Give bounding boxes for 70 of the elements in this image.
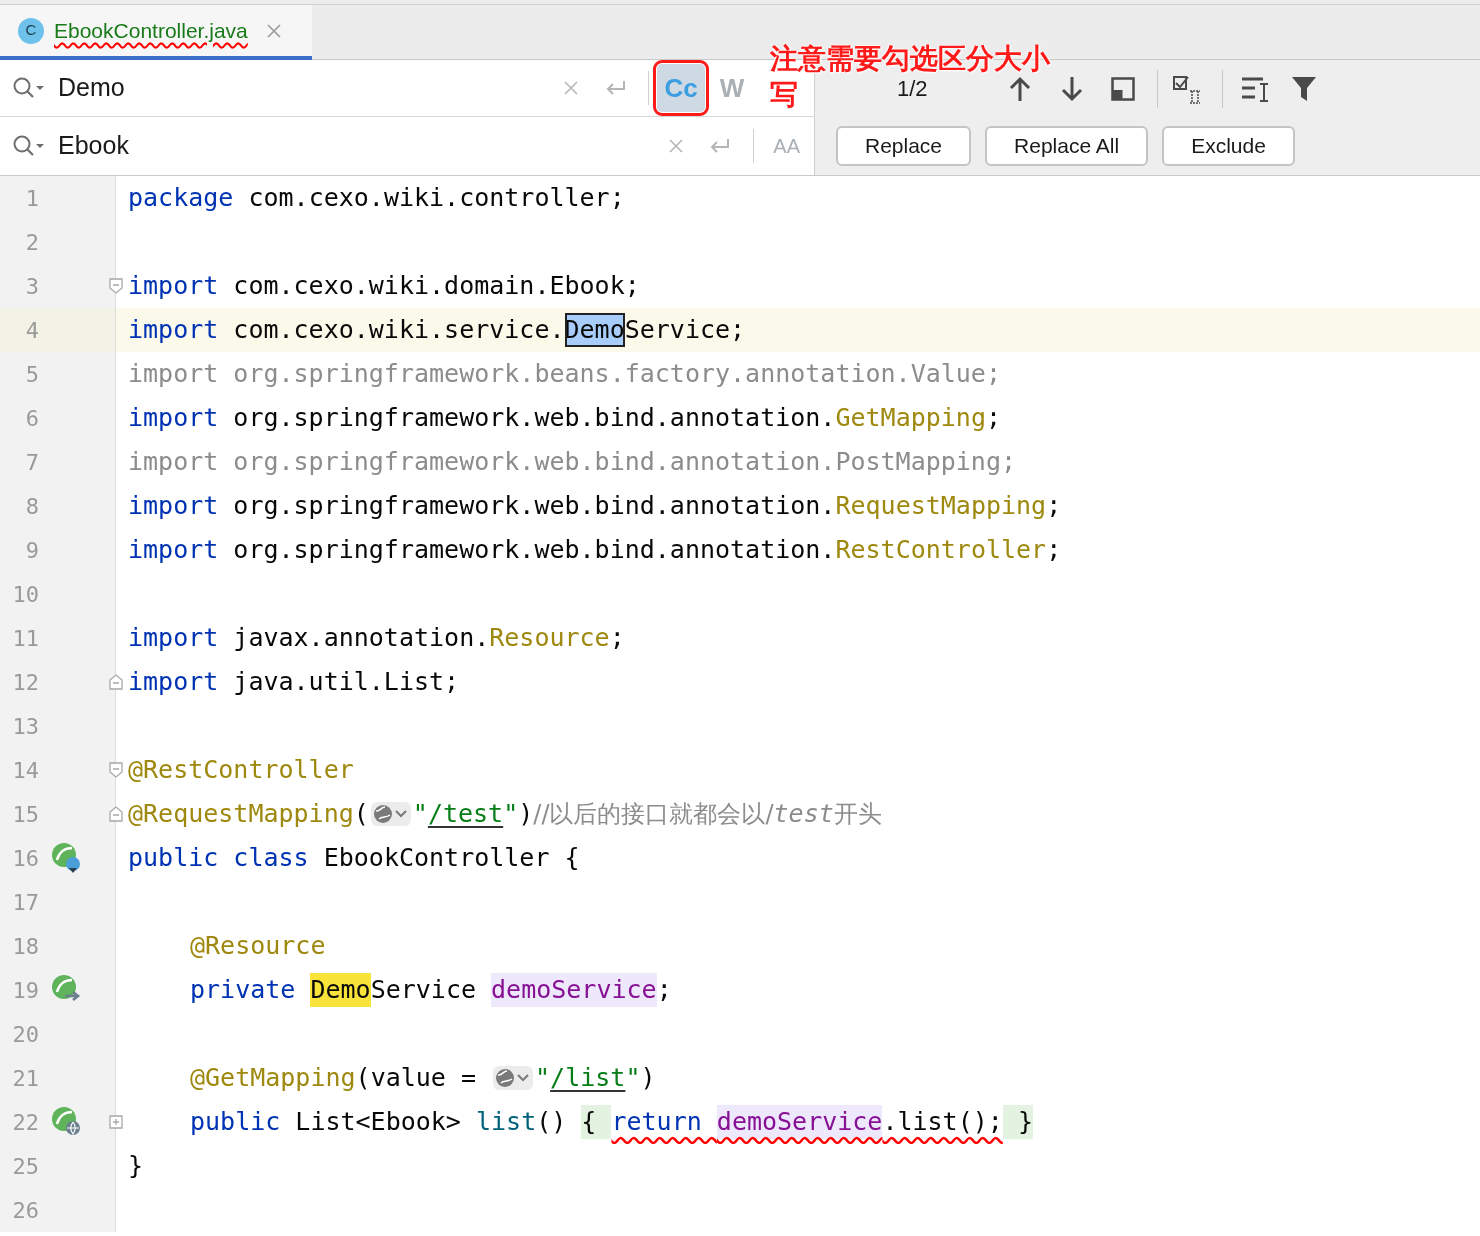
code-line: @GetMapping(value = "/list"): [190, 1062, 656, 1094]
file-tab[interactable]: C EbookController.java: [0, 5, 312, 60]
line-number: 2: [24, 228, 39, 257]
line-number: 15: [11, 800, 39, 829]
code-line: import javax.annotation.Resource;: [128, 622, 625, 654]
fold-marker-icon[interactable]: [109, 762, 123, 778]
code-line: import org.springframework.beans.factory.annotation.Value;: [128, 358, 1001, 390]
action-button[interactable]: Exclude: [1162, 126, 1295, 166]
line-number: 5: [24, 360, 39, 389]
annotation-text: 写: [770, 78, 798, 112]
window-icon[interactable]: [1111, 76, 1135, 101]
globe-dropdown-icon[interactable]: [493, 1065, 534, 1091]
code-line: import org.springframework.web.bind.annotation.GetMapping;: [128, 402, 1001, 434]
search-icon[interactable]: [12, 134, 46, 158]
line-number: 18: [11, 932, 39, 961]
code-line: import org.springframework.web.bind.annotation.RestController;: [128, 534, 1062, 566]
code-line: package com.cexo.wiki.controller;: [128, 182, 625, 214]
tab-label: EbookController.java: [54, 17, 248, 44]
line-number: 20: [11, 1020, 39, 1049]
fold-marker-icon[interactable]: [109, 278, 123, 294]
search-icon[interactable]: [12, 76, 46, 100]
action-button[interactable]: Replace: [836, 126, 972, 166]
code-line: @Resource: [190, 930, 326, 962]
arrow-down-icon[interactable]: [1061, 75, 1083, 102]
code-line: public class EbookController {: [128, 842, 580, 874]
fold-marker-icon[interactable]: [109, 806, 123, 822]
line-number: 12: [11, 668, 39, 697]
code-line: import com.cexo.wiki.service.DemoService;: [128, 308, 746, 352]
search-field[interactable]: Demo: [58, 69, 563, 107]
line-number: 6: [24, 404, 39, 433]
replace-field[interactable]: Ebook: [58, 127, 669, 165]
line-number: 26: [11, 1196, 39, 1225]
bean-endpoint-icon[interactable]: [51, 1106, 83, 1138]
match-count: 1/2: [897, 75, 929, 103]
line-number: 3: [24, 272, 39, 301]
line-number: 11: [11, 624, 39, 653]
line-number: 13: [11, 712, 39, 741]
line-number: 4: [24, 316, 39, 345]
line-number: 16: [11, 844, 39, 873]
code-line: import org.springframework.web.bind.annotation.PostMapping;: [128, 446, 1017, 478]
line-number: 8: [24, 492, 39, 521]
fold-expand-icon[interactable]: [109, 1114, 123, 1130]
lines-cursor-icon[interactable]: [1241, 75, 1271, 102]
line-number: 21: [11, 1064, 39, 1093]
line-number: 14: [11, 756, 39, 785]
line-number: 25: [11, 1152, 39, 1181]
fold-marker-icon[interactable]: [109, 674, 123, 690]
arrow-up-icon[interactable]: [1009, 75, 1031, 102]
bean-class-icon[interactable]: [51, 842, 83, 874]
code-line: @RequestMapping( "/test")//以后的接口就都会以/test开头: [128, 798, 882, 830]
annotation-text: 注意需要勾选区分大小: [770, 42, 1050, 76]
line-number: 10: [11, 580, 39, 609]
line-number: 22: [11, 1108, 39, 1137]
action-button[interactable]: Replace All: [985, 126, 1149, 166]
line-number: 9: [24, 536, 39, 565]
code-line: private DemoService demoService;: [190, 968, 672, 1012]
code-line: }: [128, 1150, 144, 1182]
line-number: 17: [11, 888, 39, 917]
class-file-icon: C: [18, 17, 44, 44]
code-line: @RestController: [128, 754, 354, 786]
line-number: 19: [11, 976, 39, 1005]
code-line: public List<Ebook> list() { return demoService.list(); }: [190, 1100, 1033, 1144]
globe-dropdown-icon[interactable]: [370, 801, 411, 827]
filter-icon[interactable]: [1291, 75, 1317, 102]
close-icon[interactable]: [265, 22, 282, 39]
code-line: import org.springframework.web.bind.annotation.RequestMapping;: [128, 490, 1062, 522]
code-line: import com.cexo.wiki.domain.Ebook;: [128, 270, 640, 302]
code-line: import java.util.List;: [128, 666, 460, 698]
line-number: 7: [24, 448, 39, 477]
line-number: 1: [24, 184, 39, 213]
